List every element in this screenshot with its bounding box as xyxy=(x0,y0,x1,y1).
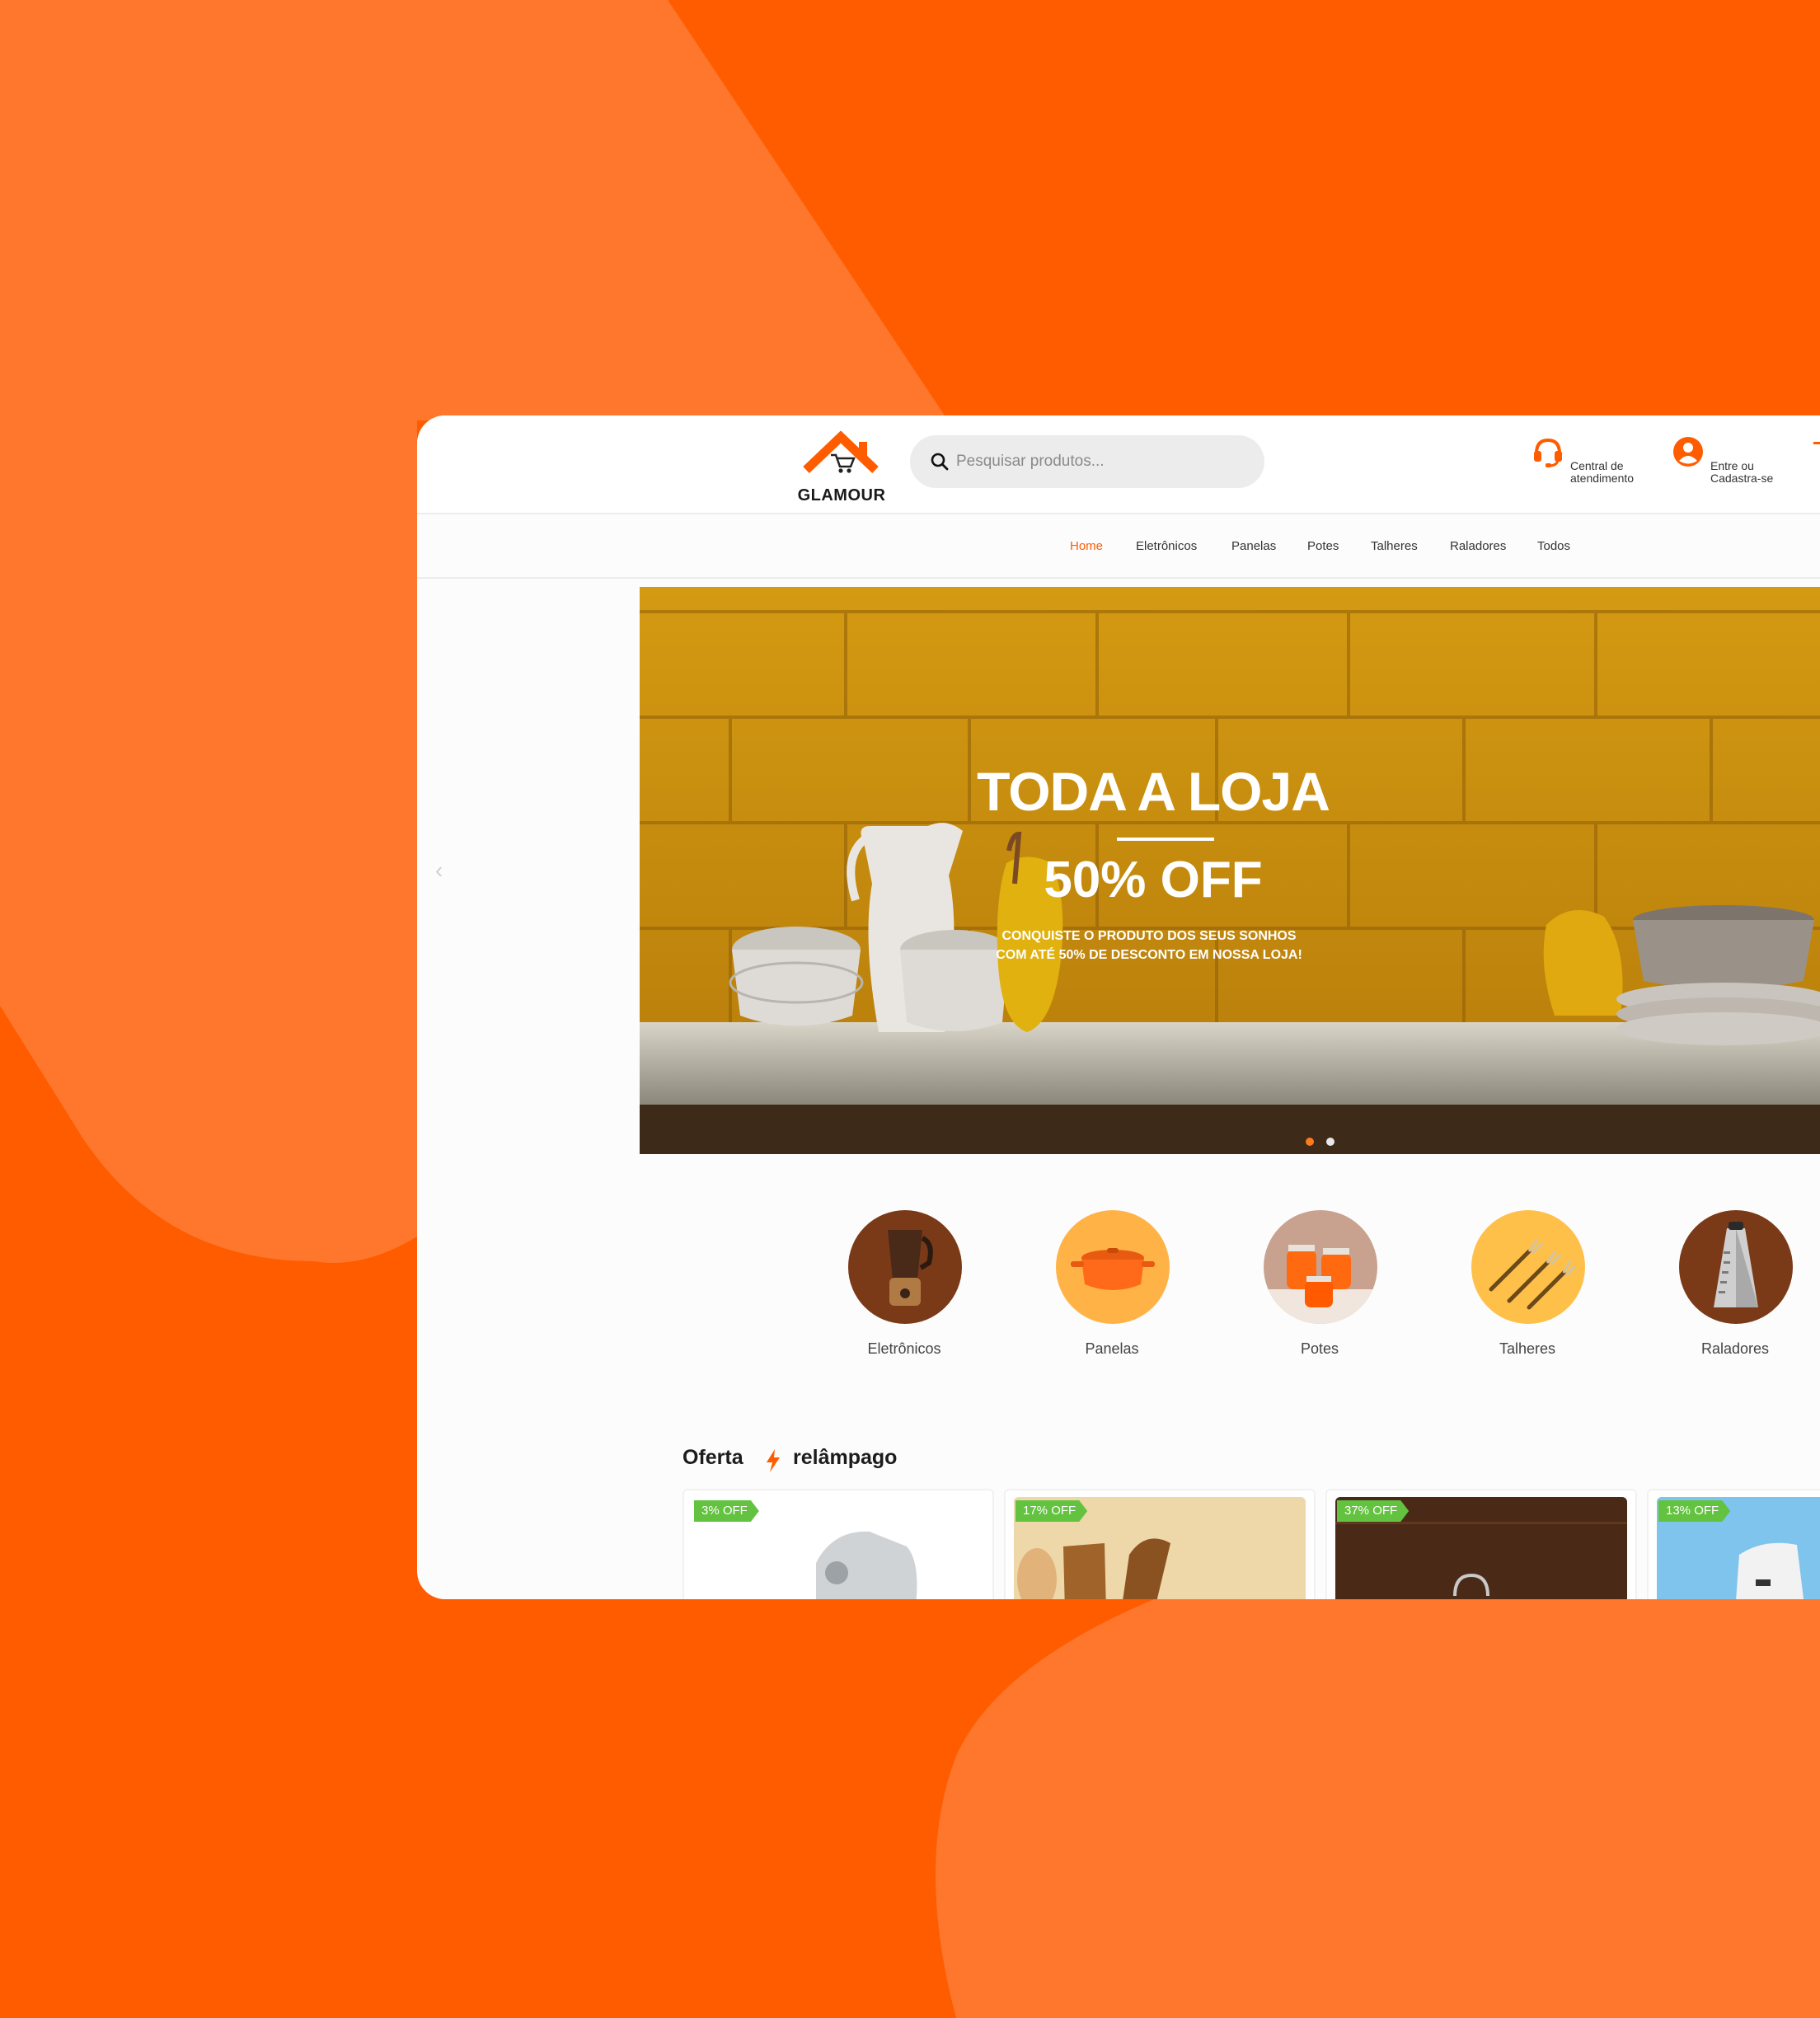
product-card[interactable]: 3% OFF xyxy=(682,1489,994,1599)
carousel-dot-1[interactable] xyxy=(1306,1138,1314,1146)
blender-icon xyxy=(848,1210,962,1324)
discount-badge: 3% OFF xyxy=(694,1500,759,1522)
house-cart-icon xyxy=(803,430,879,473)
jar-icon xyxy=(1264,1210,1377,1324)
forks-icon xyxy=(1471,1210,1585,1324)
category-label: Talheres xyxy=(1499,1340,1556,1357)
support-line1: Central de xyxy=(1570,459,1624,472)
banner-divider xyxy=(1117,838,1214,841)
discount-badge: 13% OFF xyxy=(1658,1500,1730,1522)
support-line2: atendimento xyxy=(1570,472,1635,485)
nav-todos[interactable]: Todos xyxy=(1537,539,1570,553)
category-label: Panelas xyxy=(1085,1340,1139,1357)
cart-icon[interactable] xyxy=(1813,442,1820,444)
nav-panelas[interactable]: Panelas xyxy=(1231,539,1276,553)
login-line2: Cadastra-se xyxy=(1710,472,1774,485)
product-card[interactable]: 37% OFF xyxy=(1325,1489,1637,1599)
category-potes[interactable]: Potes xyxy=(1262,1210,1377,1357)
discount-badge: 17% OFF xyxy=(1016,1500,1087,1522)
brand-logo[interactable]: GLAMOUR xyxy=(790,430,894,504)
flash-sale-title-1: Oferta xyxy=(682,1446,743,1469)
carousel-prev-icon[interactable]: ‹ xyxy=(435,857,443,884)
carousel-dot-2[interactable] xyxy=(1326,1138,1335,1146)
category-label: Potes xyxy=(1300,1340,1339,1357)
nav-eletronicos[interactable]: Eletrônicos xyxy=(1136,539,1197,553)
pot-icon xyxy=(1056,1210,1170,1324)
discount-badge: 37% OFF xyxy=(1337,1500,1409,1522)
grater-icon xyxy=(1679,1210,1793,1324)
banner-discount: 50% OFF xyxy=(1044,852,1263,908)
headset-icon xyxy=(1534,438,1562,467)
nav-potes[interactable]: Potes xyxy=(1307,539,1339,553)
search-bar[interactable] xyxy=(910,435,1264,488)
category-raladores[interactable]: Raladores xyxy=(1677,1210,1793,1357)
main-nav: Home Eletrônicos Panelas Potes Talheres … xyxy=(417,516,1820,579)
category-eletronicos[interactable]: Eletrônicos xyxy=(847,1210,962,1357)
nav-raladores[interactable]: Raladores xyxy=(1450,539,1506,553)
banner-title: TODA A LOJA xyxy=(977,761,1330,822)
nav-talheres[interactable]: Talheres xyxy=(1371,539,1418,553)
search-icon xyxy=(931,453,949,471)
category-label: Eletrônicos xyxy=(867,1340,941,1357)
product-card[interactable]: 13% OFF xyxy=(1647,1489,1820,1599)
user-icon xyxy=(1673,437,1703,467)
flash-sale-title-2: relâmpago xyxy=(793,1446,898,1469)
nav-home[interactable]: Home xyxy=(1070,539,1103,553)
search-input[interactable] xyxy=(956,445,1245,478)
site-header: GLAMOUR Central de atendimento xyxy=(417,415,1820,514)
category-panelas[interactable]: Panelas xyxy=(1054,1210,1170,1357)
category-label: Raladores xyxy=(1700,1340,1770,1357)
lightning-icon xyxy=(767,1449,780,1472)
product-card[interactable]: 17% OFF xyxy=(1004,1489,1316,1599)
login-line1: Entre ou xyxy=(1710,459,1754,472)
hero-banner[interactable]: TODA A LOJA 50% OFF CONQUISTE O PRODUTO … xyxy=(640,587,1820,1154)
browser-window: GLAMOUR Central de atendimento xyxy=(417,415,1820,1599)
banner-subtitle: CONQUISTE O PRODUTO DOS SEUS SONHOS COM … xyxy=(996,929,1302,962)
brand-name: GLAMOUR xyxy=(797,486,886,504)
category-talheres[interactable]: Talheres xyxy=(1470,1210,1585,1357)
